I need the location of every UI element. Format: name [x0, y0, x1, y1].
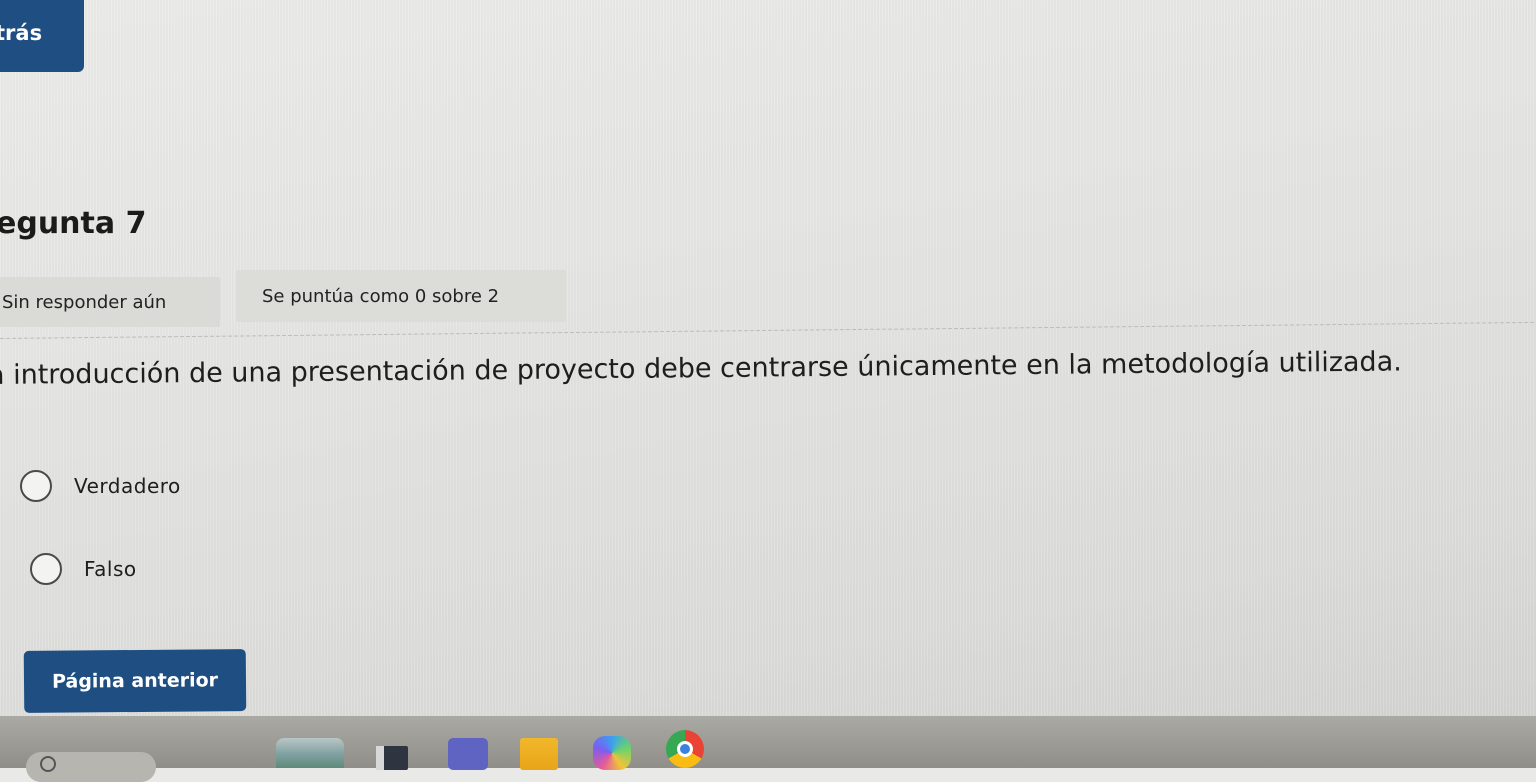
folder-icon[interactable] — [520, 738, 558, 770]
radio-button-verdadero[interactable] — [20, 470, 52, 502]
radio-button-falso[interactable] — [30, 553, 62, 585]
option-verdadero[interactable]: Verdadero — [20, 470, 181, 502]
status-label: Sin responder aún — [2, 291, 167, 313]
status-badge: Sin responder aún — [0, 277, 220, 327]
copilot-icon[interactable] — [593, 736, 631, 770]
quiz-page: trás egunta 7 Sin responder aún Se puntú… — [0, 0, 1536, 718]
previous-page-label: Página anterior — [51, 669, 219, 693]
back-button-label: trás — [0, 21, 43, 45]
search-icon — [40, 756, 56, 772]
option-label-falso: Falso — [84, 557, 137, 581]
question-heading: egunta 7 — [0, 206, 147, 241]
question-text: a introducción de una presentación de pr… — [0, 346, 1402, 391]
taskbar — [0, 716, 1536, 782]
chrome-icon[interactable] — [666, 730, 704, 768]
previous-page-button[interactable]: Página anterior — [23, 649, 247, 713]
score-badge: Se puntúa como 0 sobre 2 — [236, 270, 566, 322]
file-explorer-icon[interactable] — [376, 746, 408, 770]
option-label-verdadero: Verdadero — [74, 474, 181, 498]
divider — [0, 321, 1536, 339]
option-falso[interactable]: Falso — [30, 553, 137, 585]
back-button[interactable]: trás — [0, 0, 84, 72]
teams-icon[interactable] — [448, 738, 488, 770]
widgets-icon[interactable] — [276, 738, 344, 768]
score-label: Se puntúa como 0 sobre 2 — [262, 285, 500, 307]
